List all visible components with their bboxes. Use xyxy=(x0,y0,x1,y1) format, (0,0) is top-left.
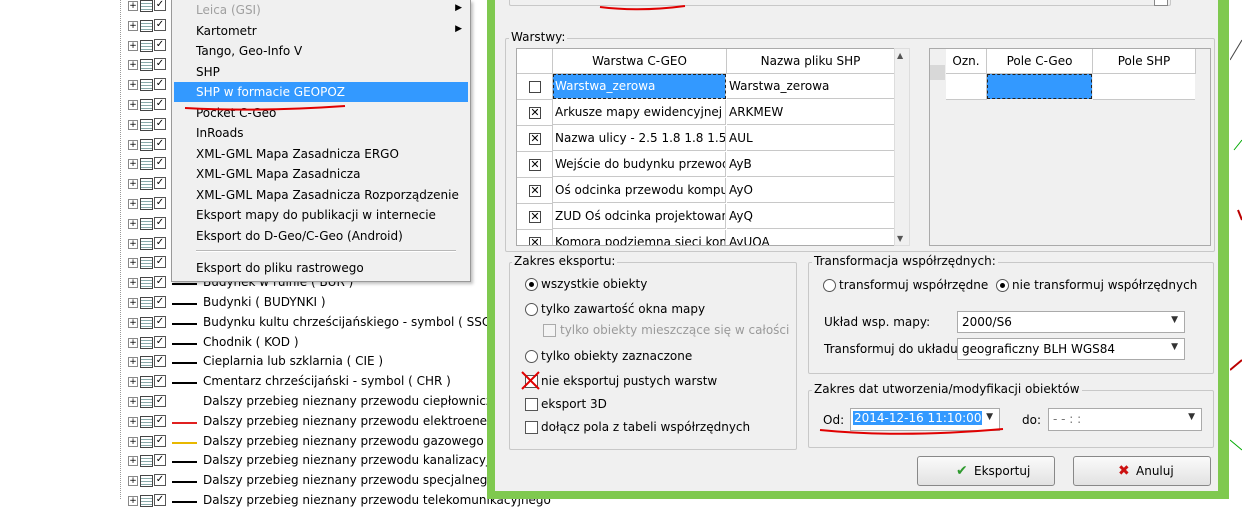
red-underline-date-mark xyxy=(819,428,1004,435)
red-underline-top-mark xyxy=(599,5,686,11)
line-symbol-icon xyxy=(172,501,197,503)
red-annotation-marks xyxy=(184,5,1004,435)
red-underline-menu-mark xyxy=(184,105,346,111)
